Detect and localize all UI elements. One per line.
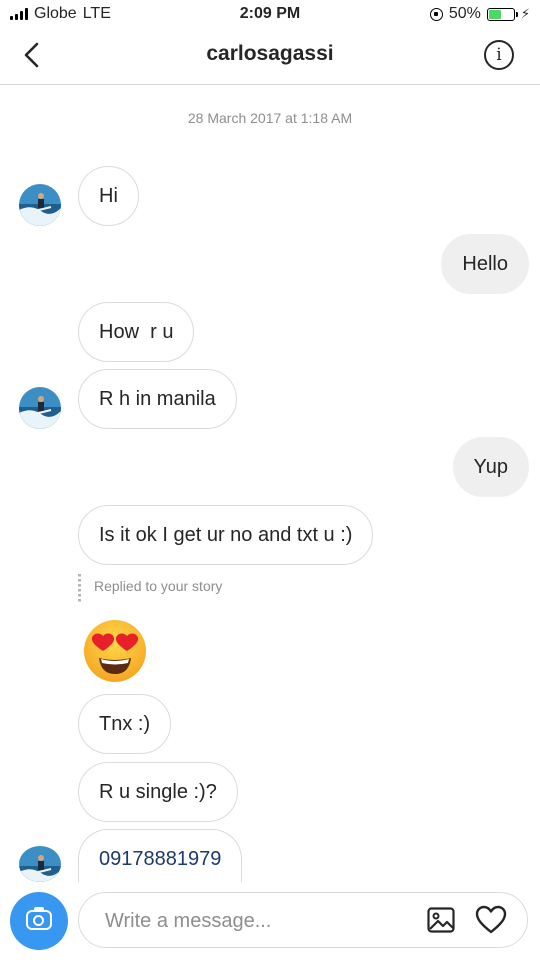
battery-fill bbox=[488, 9, 501, 19]
camera-icon[interactable] bbox=[10, 892, 68, 950]
battery-percent: 50% bbox=[448, 5, 481, 22]
battery-icon bbox=[486, 7, 518, 21]
message-bubble-incoming[interactable]: How r u bbox=[78, 302, 195, 362]
heart-icon[interactable] bbox=[475, 905, 507, 935]
info-icon[interactable]: i bbox=[484, 40, 514, 70]
status-right: 50% ⚡ bbox=[429, 5, 530, 23]
header-bar: carlosagassi i bbox=[0, 28, 540, 85]
message-bubble-outgoing[interactable]: Yup bbox=[452, 437, 529, 497]
message-input[interactable] bbox=[103, 893, 407, 949]
conversation-title[interactable]: carlosagassi bbox=[0, 42, 540, 66]
message-bubble-incoming[interactable]: Is it ok I get ur no and txt u :) bbox=[78, 505, 374, 565]
message-composer bbox=[0, 884, 540, 960]
story-reply-label: Replied to your story bbox=[94, 578, 223, 594]
phone-number-link[interactable]: 09178881979 bbox=[78, 829, 243, 882]
heart-eyes-emoji-icon[interactable] bbox=[82, 618, 148, 684]
avatar[interactable] bbox=[19, 846, 61, 882]
conversation-date: 28 March 2017 at 1:18 AM bbox=[187, 110, 353, 126]
message-input-container bbox=[78, 892, 528, 949]
status-bar: Globe LTE 2:09 PM 50% ⚡ bbox=[0, 0, 540, 28]
message-bubble-incoming[interactable]: Hi bbox=[78, 166, 139, 226]
gallery-icon[interactable] bbox=[427, 907, 455, 933]
orientation-lock-icon bbox=[429, 7, 443, 21]
avatar[interactable] bbox=[19, 387, 61, 429]
avatar[interactable] bbox=[19, 184, 61, 226]
message-bubble-incoming[interactable]: R h in manila bbox=[78, 369, 237, 429]
message-bubble-incoming[interactable]: Tnx :) bbox=[78, 694, 172, 754]
charging-icon: ⚡ bbox=[520, 6, 530, 21]
message-bubble-outgoing[interactable]: Hello bbox=[441, 234, 529, 294]
story-reply-line bbox=[78, 574, 81, 604]
message-bubble-incoming[interactable]: R u single :)? bbox=[78, 762, 238, 822]
